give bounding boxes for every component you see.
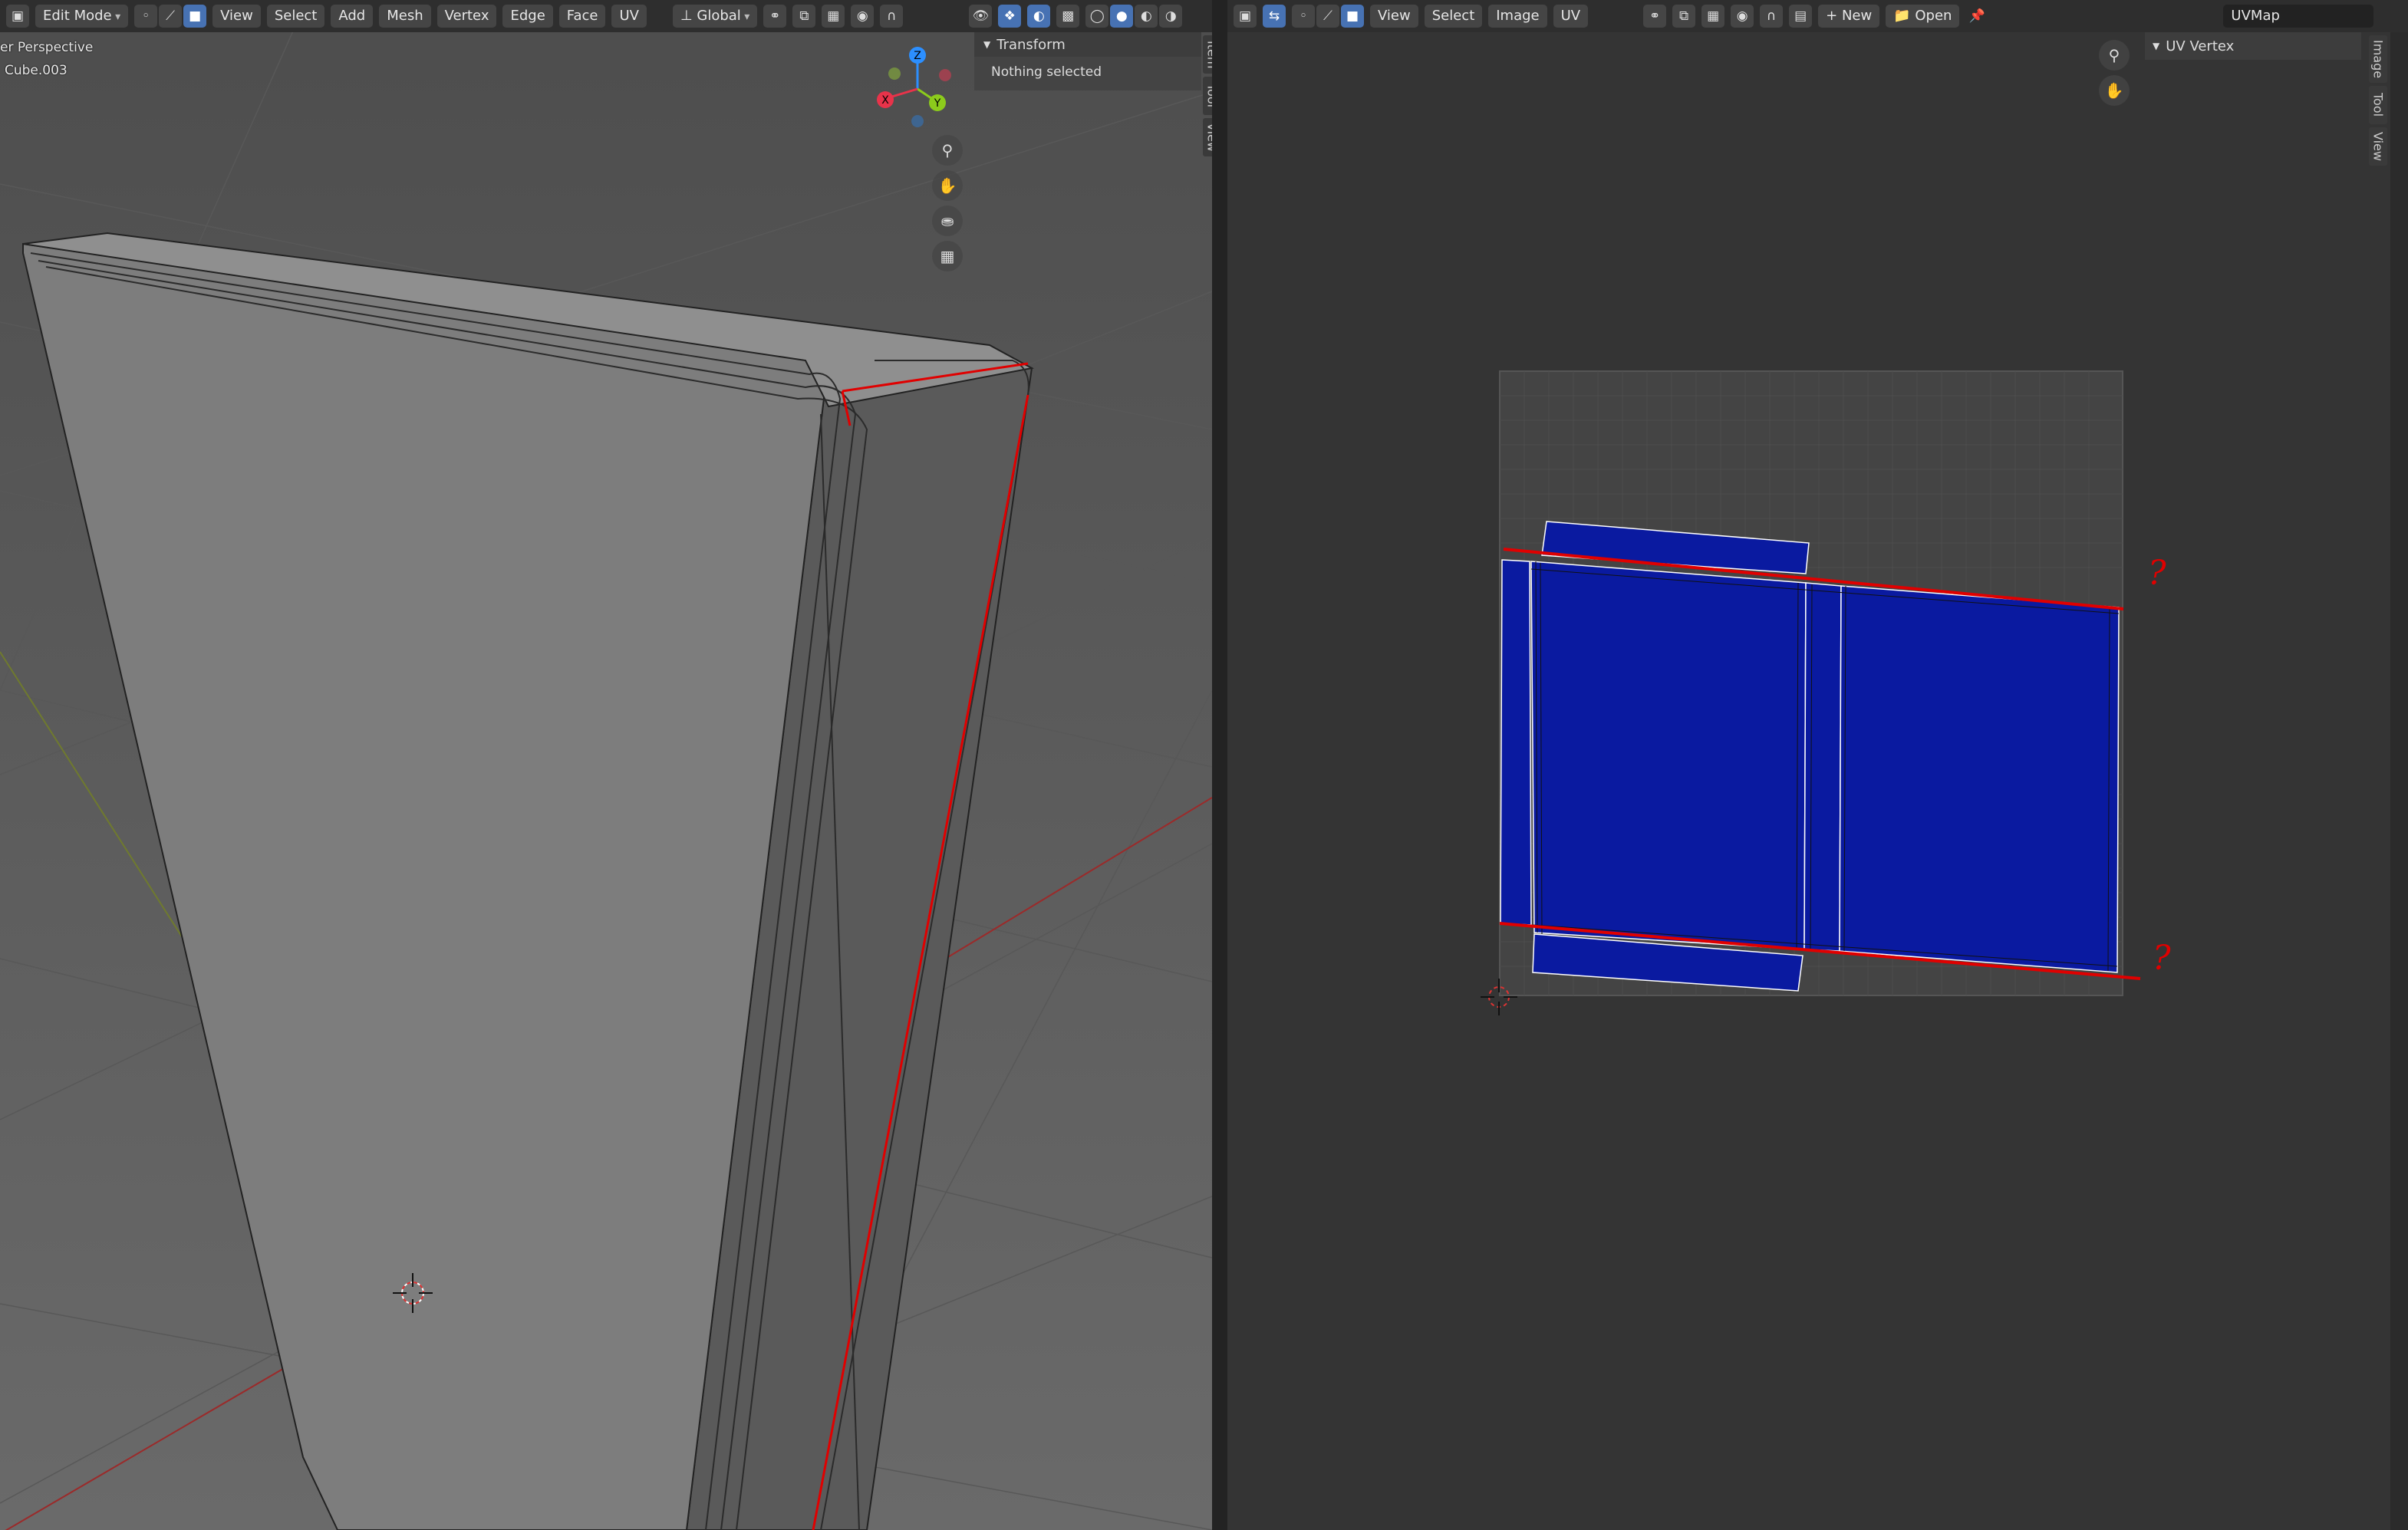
uv-island-right[interactable]: [1839, 585, 2120, 973]
sync-selection-icon[interactable]: ⇆: [1263, 5, 1286, 28]
uv-snap-target-icon[interactable]: ▦: [1701, 5, 1725, 28]
camera-icon[interactable]: ⛂: [932, 206, 963, 236]
uv-island-center[interactable]: [1530, 561, 1807, 950]
face-select-icon[interactable]: ■: [183, 5, 207, 28]
plus-icon: +: [1826, 8, 1842, 24]
rendered-shading-icon[interactable]: ◑: [1159, 5, 1183, 28]
uv-vertex-select-icon[interactable]: ◦: [1292, 5, 1315, 28]
tab-item[interactable]: Item: [1203, 35, 1212, 74]
wireframe-shading-icon[interactable]: ◯: [1085, 5, 1109, 28]
object-name: Cube.003: [5, 63, 68, 78]
edge-select-icon[interactable]: ⟋: [159, 5, 183, 28]
uv-header: ▣ ⇆ ◦ ⟋ ■ View Select Image UV ⚭ ⧉ ▦ ◉ ∩…: [1227, 0, 2408, 32]
properties-edge-strip: [2390, 32, 2408, 1530]
tab-view[interactable]: View: [1203, 118, 1212, 156]
menu-view[interactable]: View: [212, 5, 261, 28]
snap-target-icon[interactable]: ▦: [822, 5, 845, 28]
orientation-label: Global: [697, 8, 741, 24]
new-label: New: [1841, 8, 1873, 24]
menu-add[interactable]: Add: [331, 5, 374, 28]
editor-type-3d-icon[interactable]: ▣: [6, 5, 29, 28]
select-mode-group: ◦ ⟋ ■: [134, 5, 207, 28]
uv-island-left[interactable]: [1500, 559, 1532, 926]
navigation-gizmo[interactable]: Z Y X: [865, 43, 957, 135]
gizmo-neg-y-icon: [888, 67, 901, 80]
shading-group: ◯ ● ◐ ◑: [1085, 5, 1183, 28]
tab-image[interactable]: Image: [2369, 35, 2387, 83]
falloff-icon[interactable]: ∩: [880, 5, 904, 28]
tab-uv-view[interactable]: View: [2369, 127, 2387, 166]
material-shading-icon[interactable]: ◐: [1135, 5, 1158, 28]
orientation-icon: ⊥: [680, 8, 697, 24]
uv-menu-select[interactable]: Select: [1424, 5, 1483, 28]
new-image-button[interactable]: + New: [1818, 5, 1880, 28]
uv-falloff-icon[interactable]: ∩: [1760, 5, 1784, 28]
menu-select[interactable]: Select: [266, 5, 325, 28]
display-mode-icon[interactable]: ▤: [1789, 5, 1813, 28]
gizmo-z-label: Z: [914, 50, 921, 62]
zoom-icon[interactable]: ⚲: [932, 135, 963, 166]
gizmo-toggle-icon[interactable]: ❖: [998, 5, 1022, 28]
uvmap-field[interactable]: UVMap: [2223, 5, 2374, 28]
snap-icon[interactable]: ⧉: [792, 5, 816, 28]
uv-snap-icon[interactable]: ⧉: [1672, 5, 1696, 28]
vertex-select-icon[interactable]: ◦: [134, 5, 158, 28]
uv-island-strip[interactable]: [1804, 582, 1842, 952]
menu-vertex[interactable]: Vertex: [436, 5, 497, 28]
open-image-button[interactable]: 📁 Open: [1886, 5, 1960, 28]
visibility-icon[interactable]: 👁: [969, 5, 993, 28]
pivot-icon[interactable]: ⚭: [763, 5, 787, 28]
uv-proportional-icon[interactable]: ◉: [1731, 5, 1754, 28]
pan-hand-icon[interactable]: ✋: [932, 170, 963, 201]
nothing-selected-text: Nothing selected: [991, 64, 1102, 80]
uv-vertex-panel[interactable]: ▼ UV Vertex: [2145, 32, 2361, 60]
n-panel: ▼ Transform Nothing selected: [974, 32, 1201, 90]
mode-selector[interactable]: Edit Mode: [35, 5, 129, 28]
viewport-header: ▣ Edit Mode ◦ ⟋ ■ View Select Add Mesh V…: [0, 0, 1212, 32]
uv-collapse-arrow-icon: ▼: [2153, 41, 2160, 51]
ortho-grid-icon[interactable]: ▦: [932, 241, 963, 271]
uv-edge-select-icon[interactable]: ⟋: [1316, 5, 1339, 28]
xray-icon[interactable]: ▩: [1056, 5, 1080, 28]
area-splitter[interactable]: [1212, 0, 1227, 1530]
tab-tool[interactable]: Tool: [1203, 77, 1212, 115]
solid-shading-icon[interactable]: ●: [1110, 5, 1134, 28]
uv-vertex-panel-title: UV Vertex: [2166, 38, 2235, 54]
uv-face-select-icon[interactable]: ■: [1341, 5, 1364, 28]
gizmo-x-label: X: [881, 94, 889, 107]
gizmo-neg-z-icon: [911, 115, 924, 127]
orientation-selector[interactable]: ⊥ Global: [672, 5, 758, 28]
gizmo-y-label: Y: [934, 97, 941, 110]
uv-pan-hand-icon[interactable]: ✋: [2099, 75, 2130, 106]
transform-panel-title: Transform: [996, 36, 1066, 53]
viewport-scene[interactable]: [0, 0, 1212, 1530]
overlay-toggle-icon[interactable]: ◐: [1027, 5, 1051, 28]
annotation-mark-bottom: ?: [2153, 939, 2171, 978]
uv-menu-image[interactable]: Image: [1488, 5, 1547, 28]
folder-icon: 📁: [1893, 8, 1916, 24]
uv-select-mode-group: ◦ ⟋ ■: [1292, 5, 1364, 28]
editor-type-uv-icon[interactable]: ▣: [1234, 5, 1257, 28]
menu-mesh[interactable]: Mesh: [379, 5, 431, 28]
uv-menu-view[interactable]: View: [1370, 5, 1418, 28]
uv-vertex-panel-header[interactable]: ▼ UV Vertex: [2145, 32, 2361, 60]
menu-edge[interactable]: Edge: [502, 5, 553, 28]
view-name: er Perspective: [0, 40, 94, 55]
uv-zoom-icon[interactable]: ⚲: [2099, 40, 2130, 71]
transform-panel-header[interactable]: ▼ Transform: [974, 32, 1201, 57]
3d-viewport[interactable]: ▣ Edit Mode ◦ ⟋ ■ View Select Add Mesh V…: [0, 0, 1212, 1530]
collapse-arrow-icon: ▼: [983, 39, 991, 50]
uv-pivot-icon[interactable]: ⚭: [1643, 5, 1667, 28]
tab-uv-tool[interactable]: Tool: [2369, 86, 2387, 124]
uv-canvas[interactable]: ? ?: [1227, 0, 2408, 1530]
uv-menu-uv[interactable]: UV: [1553, 5, 1589, 28]
annotation-mark-top: ?: [2148, 554, 2166, 593]
proportional-edit-icon[interactable]: ◉: [851, 5, 875, 28]
menu-uv[interactable]: UV: [611, 5, 647, 28]
uv-editor[interactable]: ? ? ▣ ⇆ ◦ ⟋ ■ View Select Image UV ⚭ ⧉ ▦…: [1227, 0, 2408, 1530]
pin-icon[interactable]: 📌: [1965, 5, 1988, 28]
open-label: Open: [1915, 8, 1952, 24]
gizmo-neg-x-icon: [939, 69, 951, 81]
menu-face[interactable]: Face: [558, 5, 606, 28]
